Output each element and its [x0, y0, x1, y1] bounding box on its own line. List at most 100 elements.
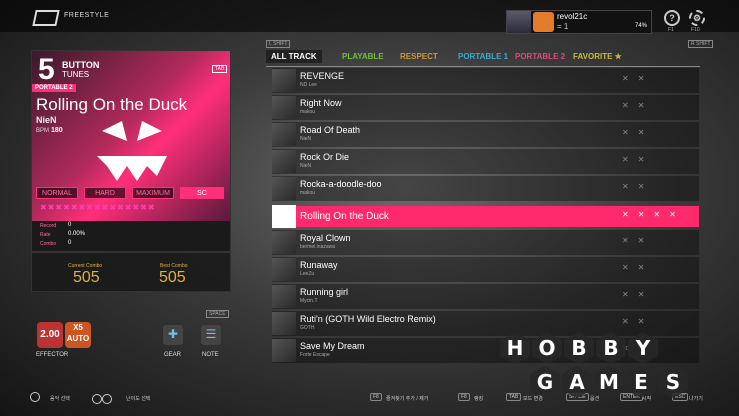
- combo-value: 0: [68, 240, 72, 246]
- gear-button[interactable]: ✚: [163, 325, 183, 345]
- track-title: Running girl: [300, 287, 349, 297]
- game-logo: [32, 10, 60, 26]
- song-artist: NieN: [36, 115, 57, 125]
- track-artist: makou: [300, 190, 316, 196]
- left-shift-key: L SHIFT: [266, 40, 291, 48]
- button-word: BUTTON: [62, 60, 100, 70]
- left-right-icon: [102, 394, 112, 404]
- bpm-label: BPM: [36, 128, 50, 134]
- rate-label: Rate: [40, 232, 51, 238]
- hobby-games-watermark: HOBBYGAMES: [500, 322, 735, 412]
- track-title: Runaway: [300, 260, 338, 270]
- track-marks: ✕✕: [622, 290, 654, 299]
- note-label: NOTE: [202, 352, 219, 358]
- combo-label: Combo: [40, 241, 57, 247]
- current-combo-value: 505: [73, 269, 100, 286]
- track-artist: bermei.inazawa: [300, 244, 336, 250]
- track-row[interactable]: Runaway LeeZu ✕✕: [272, 257, 699, 282]
- album-art-face-icon: [97, 121, 167, 181]
- tab-portable-1[interactable]: PORTABLE 1: [458, 52, 508, 61]
- track-marks: ✕✕: [622, 236, 654, 245]
- track-artist: ND Lee: [300, 82, 317, 88]
- track-artist: NieN: [300, 136, 312, 142]
- track-title: Right Now: [300, 98, 342, 108]
- track-title: REVENGE: [300, 71, 345, 81]
- effector-label: EFFECTOR: [36, 352, 69, 358]
- player-profile[interactable]: revol21c = 1 74%: [506, 10, 652, 34]
- track-artist: NieN: [300, 163, 312, 169]
- track-thumbnail: [272, 258, 296, 281]
- bpm-value: 180: [51, 127, 63, 134]
- gear-icon[interactable]: ⚙: [689, 10, 705, 26]
- record-value: 0: [68, 222, 72, 228]
- ranking-hint: 랭킹: [474, 396, 484, 402]
- rate-value: 0.00%: [68, 231, 86, 237]
- settings-key: F10: [691, 27, 700, 33]
- track-artist: LeeZu: [300, 271, 315, 277]
- track-row[interactable]: REVENGE ND Lee ✕✕: [272, 68, 699, 93]
- song-title: Rolling On the Duck: [36, 95, 188, 114]
- f8-key-2: F8: [458, 393, 470, 401]
- track-thumbnail: [272, 231, 296, 254]
- watermark-letter: B: [596, 332, 626, 364]
- track-marks: ✕✕: [622, 155, 654, 164]
- tab-key[interactable]: TAB: [212, 65, 228, 73]
- help-icon[interactable]: ?: [664, 10, 680, 26]
- track-title: Royal Clown: [300, 233, 351, 243]
- difficulty-maximum[interactable]: MAXIMUM: [132, 187, 174, 199]
- left-right-icon: [92, 394, 102, 404]
- x5-auto-effector[interactable]: X5 AUTO: [65, 322, 91, 348]
- track-artist: makou: [300, 109, 316, 115]
- speed-effector[interactable]: 2.00: [37, 322, 63, 348]
- difficulty-normal[interactable]: NORMAL: [36, 187, 78, 199]
- track-thumbnail: [272, 205, 296, 228]
- watermark-letter: Y: [628, 332, 658, 364]
- track-row[interactable]: Road Of Death NieN ✕✕: [272, 122, 699, 147]
- song-info-panel: 5 BUTTON TUNES TAB PORTABLE 2 Rolling On…: [31, 50, 231, 252]
- watermark-letter: E: [626, 366, 656, 398]
- right-shift-key: R SHIFT: [688, 40, 714, 48]
- track-title: Road Of Death: [300, 125, 361, 135]
- favorite-hint: 즐겨찾기 추가 / 제거: [386, 396, 429, 402]
- track-title: Save My Dream: [300, 341, 365, 351]
- difficulty-hard[interactable]: HARD: [84, 187, 126, 199]
- x5-label: X5: [73, 323, 83, 332]
- watermark-letter: S: [658, 366, 688, 398]
- tab-all-track[interactable]: ALL TRACK: [266, 50, 322, 63]
- character-icon: [533, 12, 554, 32]
- tab-favorite[interactable]: FAVORITE ★: [573, 52, 622, 61]
- track-thumbnail: [272, 69, 296, 92]
- track-thumbnail: [272, 312, 296, 335]
- track-artist: Mycin.T: [300, 298, 318, 304]
- difficulty-sc[interactable]: SC: [180, 187, 224, 199]
- track-row[interactable]: Right Now makou ✕✕: [272, 95, 699, 120]
- track-row[interactable]: Rock Or Die NieN ✕✕: [272, 149, 699, 174]
- track-title: Rolling On the Duck: [300, 211, 389, 222]
- difficulty-stars: ✖✖✖✖✖✖✖✖✖✖✖✖✖✖✖: [40, 203, 156, 212]
- track-thumbnail: [272, 123, 296, 146]
- track-row[interactable]: Royal Clown bermei.inazawa ✕✕: [272, 230, 699, 255]
- player-level: = 1: [557, 22, 569, 31]
- track-artist: GOTH: [300, 325, 315, 331]
- track-row[interactable]: Rocka-a-doodle-doo makou ✕✕: [272, 176, 699, 201]
- track-row-selected[interactable]: Rolling On the Duck ✕✕✕✕: [272, 205, 699, 228]
- tunes-word: TUNES: [62, 70, 90, 79]
- username: revol21c: [557, 12, 588, 21]
- help-key: F1: [668, 27, 674, 33]
- watermark-letter: A: [562, 366, 592, 398]
- tab-portable-2[interactable]: PORTABLE 2: [515, 52, 565, 61]
- best-combo-value: 505: [159, 269, 186, 286]
- track-title: Rock Or Die: [300, 152, 350, 162]
- track-thumbnail: [272, 96, 296, 119]
- track-title: Rocka-a-doodle-doo: [300, 179, 382, 189]
- music-select-hint: 음악 선택: [50, 396, 70, 402]
- tab-respect[interactable]: RESPECT: [400, 52, 438, 61]
- watermark-letter: M: [594, 366, 624, 398]
- note-button[interactable]: ☰: [201, 325, 221, 345]
- tab-divider: [266, 66, 700, 67]
- gear-label: GEAR: [164, 352, 182, 358]
- watermark-letter: H: [500, 332, 530, 364]
- track-row[interactable]: Running girl Mycin.T ✕✕: [272, 284, 699, 309]
- tab-playable[interactable]: PLAYABLE: [342, 52, 384, 61]
- track-thumbnail: [272, 285, 296, 308]
